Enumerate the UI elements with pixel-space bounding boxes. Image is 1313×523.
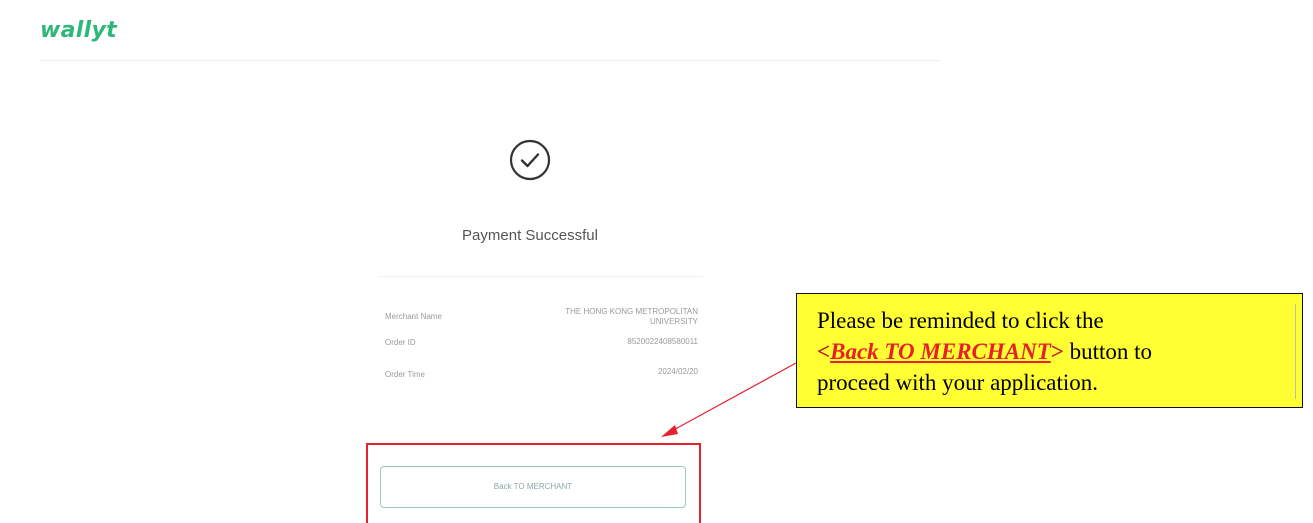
merchant-name-label: Merchant Name <box>385 312 442 321</box>
reminder-line-3: proceed with your application. <box>817 370 1099 395</box>
reminder-line-2: <Back TO MERCHANT> button to <box>817 336 1282 367</box>
order-id-label: Order ID <box>385 338 416 347</box>
reminder-callout: Please be reminded to click the <Back TO… <box>796 293 1303 408</box>
merchant-name-value: THE HONG KONG METROPOLITAN UNIVERSITY <box>565 307 698 326</box>
callout-edge-line <box>1295 304 1296 399</box>
wallyt-logo: wallyt <box>40 18 117 43</box>
reminder-bracket-open: < <box>817 339 831 364</box>
reminder-button-reference: Back TO MERCHANT <box>830 339 1051 364</box>
payment-status-title: Payment Successful <box>462 227 598 244</box>
details-divider <box>378 276 703 277</box>
reminder-line-1: Please be reminded to click the <box>817 308 1104 333</box>
order-id-value: 8520022408580011 <box>627 337 698 346</box>
back-to-merchant-button[interactable]: Back TO MERCHANT <box>380 466 686 508</box>
header-divider <box>40 60 940 61</box>
order-time-label: Order Time <box>385 370 426 379</box>
check-circle-icon <box>509 139 551 181</box>
order-time-value: 2024/02/20 <box>657 367 698 376</box>
reminder-bracket-close: > <box>1050 339 1064 364</box>
reminder-line-2-tail: button to <box>1063 339 1153 364</box>
